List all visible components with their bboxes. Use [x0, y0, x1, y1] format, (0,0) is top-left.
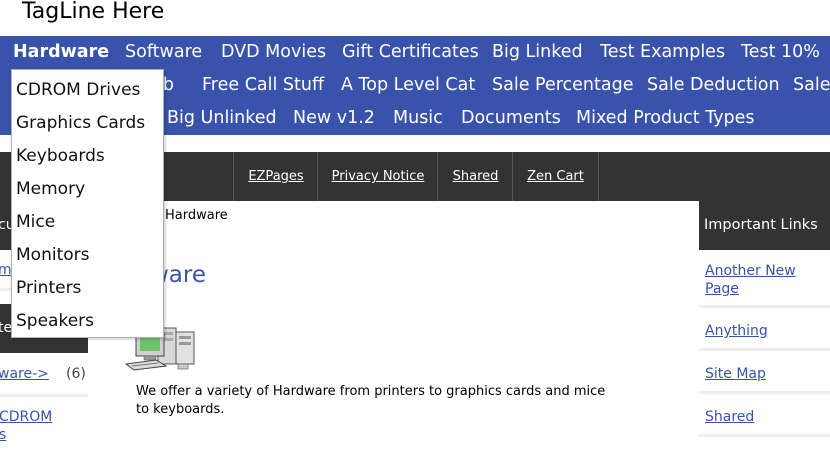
site-map-link[interactable]: Site Map: [705, 365, 825, 383]
right-divider-3: [699, 391, 830, 394]
subcategory-cdrom-link-continued[interactable]: s: [0, 427, 6, 443]
shared-sidebar-link[interactable]: Shared: [705, 408, 825, 426]
category-music[interactable]: Music: [393, 102, 443, 135]
category-test-10[interactable]: Test 10%: [741, 36, 820, 69]
ezpages-link[interactable]: EZPages: [233, 152, 318, 201]
shared-link[interactable]: Shared: [437, 152, 513, 201]
category-new-v1-2[interactable]: New v1.2: [293, 102, 375, 135]
dropdown-item-memory[interactable]: Memory: [16, 177, 85, 201]
dropdown-item-printers[interactable]: Printers: [16, 276, 81, 300]
left-sidebar-link[interactable]: m: [0, 262, 12, 278]
category-count: (6): [66, 366, 86, 382]
category-software[interactable]: Software: [125, 36, 202, 69]
another-new-page-link[interactable]: Another New Page: [705, 262, 825, 298]
dropdown-item-speakers[interactable]: Speakers: [16, 309, 94, 333]
site-tagline: TagLine Here: [22, 0, 165, 24]
category-sale-deduction[interactable]: Sale Deduction: [647, 69, 780, 102]
right-divider-4: [699, 434, 830, 437]
dropdown-item-mice[interactable]: Mice: [16, 210, 55, 234]
privacy-notice-link[interactable]: Privacy Notice: [317, 152, 438, 201]
category-description: We offer a variety of Hardware from prin…: [136, 384, 606, 417]
subcategory-cdrom-link[interactable]: CDROM: [0, 409, 52, 425]
dropdown-item-monitors[interactable]: Monitors: [16, 243, 89, 267]
category-a-top-level-cat[interactable]: A Top Level Cat: [341, 69, 475, 102]
anything-link[interactable]: Anything: [705, 322, 825, 340]
category-sale-percentage[interactable]: Sale Percentage: [492, 69, 633, 102]
category-test-examples[interactable]: Test Examples: [600, 36, 725, 69]
category-dvd-movies[interactable]: DVD Movies: [221, 36, 326, 69]
dropdown-item-graphics-cards[interactable]: Graphics Cards: [16, 111, 145, 135]
breadcrumb: Hardware: [165, 208, 228, 223]
category-free-call-stuff[interactable]: Free Call Stuff: [202, 69, 324, 102]
dropdown-item-keyboards[interactable]: Keyboards: [16, 144, 105, 168]
category-gift-certificates[interactable]: Gift Certificates: [342, 36, 479, 69]
left-divider-2: [0, 394, 88, 397]
category-sale[interactable]: Sale: [793, 69, 830, 102]
category-big-linked[interactable]: Big Linked: [492, 36, 583, 69]
category-hardware-sidebar-link[interactable]: ware->: [0, 366, 49, 382]
category-big-unlinked[interactable]: Big Unlinked: [167, 102, 277, 135]
hardware-dropdown-menu: CDROM Drives Graphics Cards Keyboards Me…: [11, 69, 164, 338]
right-divider-2: [699, 348, 830, 351]
right-divider-1: [699, 305, 830, 308]
category-mixed-product-types[interactable]: Mixed Product Types: [576, 102, 755, 135]
important-links-heading: Important Links: [699, 201, 830, 250]
category-documents[interactable]: Documents: [461, 102, 561, 135]
zen-cart-link[interactable]: Zen Cart: [512, 152, 599, 201]
category-hardware[interactable]: Hardware: [13, 36, 109, 69]
dropdown-item-cdrom-drives[interactable]: CDROM Drives: [16, 78, 140, 102]
